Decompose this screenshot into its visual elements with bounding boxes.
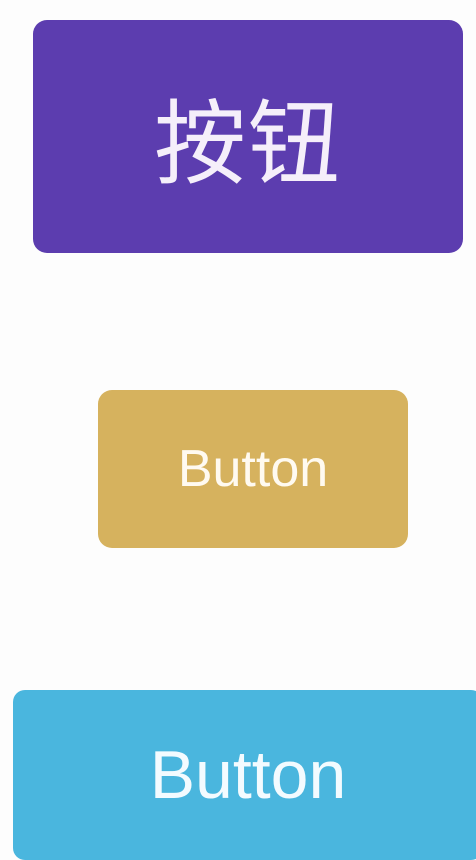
primary-chinese-button-label: 按钮 bbox=[153, 91, 342, 198]
blue-button-label: Button bbox=[149, 737, 347, 813]
gold-button-label: Button bbox=[177, 440, 329, 498]
primary-chinese-button[interactable]: 按钮 bbox=[33, 20, 463, 253]
blue-button[interactable]: Button bbox=[13, 690, 476, 860]
gold-button[interactable]: Button bbox=[98, 390, 408, 548]
